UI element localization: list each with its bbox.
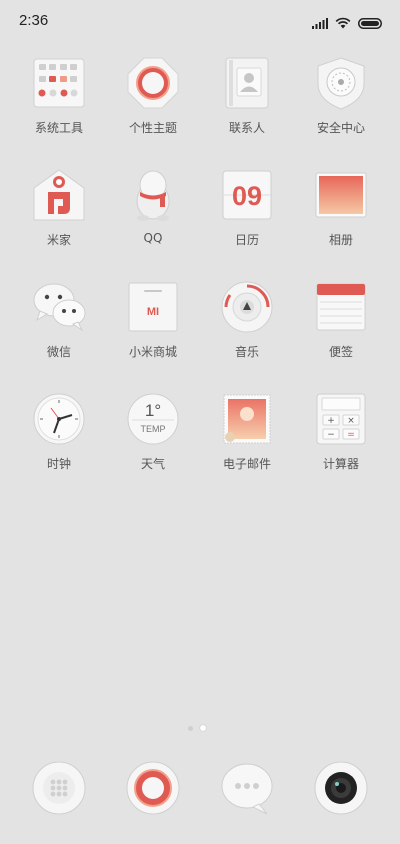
page-indicator (188, 725, 206, 731)
battery-icon (358, 14, 382, 33)
status-icons (312, 14, 382, 33)
app-wechat[interactable]: 微信 (9, 280, 109, 380)
app-gallery[interactable]: 相册 (291, 168, 391, 268)
app-label: 米家 (46, 233, 71, 247)
page-dot-active[interactable] (200, 725, 206, 731)
app-label: 时钟 (46, 457, 71, 471)
calculator-icon: + × − = (314, 392, 368, 446)
app-calculator[interactable]: + × − = 计算器 (291, 392, 391, 492)
app-label: 音乐 (234, 345, 259, 359)
contacts-icon (220, 56, 274, 110)
system-tools-folder-icon (32, 56, 86, 110)
app-label: 系统工具 (34, 121, 83, 135)
app-calendar[interactable]: 09 日历 (197, 168, 297, 268)
themes-icon (126, 56, 180, 110)
calc-key-minus: − (327, 430, 335, 440)
app-label: 小米商城 (128, 345, 177, 359)
camera-icon[interactable] (313, 760, 369, 816)
status-bar: 2:36 (0, 0, 400, 44)
mi-store-logo: MI (147, 306, 159, 318)
app-label: QQ (143, 231, 163, 245)
calendar-icon: 09 (220, 168, 274, 222)
security-icon (314, 56, 368, 110)
app-label: 相册 (328, 233, 353, 247)
app-label: 日历 (234, 233, 259, 247)
app-weather[interactable]: 1° TEMP 天气 (103, 392, 203, 492)
app-label: 个性主题 (128, 121, 177, 135)
messages-icon[interactable] (219, 760, 275, 816)
notes-icon (314, 280, 368, 334)
app-mi-home[interactable]: 米家 (9, 168, 109, 268)
app-email[interactable]: 电子邮件 (197, 392, 297, 492)
app-security[interactable]: 安全中心 (291, 56, 391, 156)
app-label: 安全中心 (316, 121, 365, 135)
app-clock[interactable]: 时钟 (9, 392, 109, 492)
weather-temp-unit: TEMP (140, 424, 165, 434)
phone-icon[interactable] (31, 760, 87, 816)
mi-home-icon (32, 168, 86, 222)
music-icon (220, 280, 274, 334)
status-time: 2:36 (19, 12, 49, 29)
app-system-tools[interactable]: 系统工具 (9, 56, 109, 156)
app-notes[interactable]: 便签 (291, 280, 391, 380)
browser-icon[interactable] (125, 760, 181, 816)
weather-temp: 1° (145, 401, 161, 420)
calendar-date: 09 (232, 181, 262, 211)
calc-key-equals: = (347, 430, 355, 440)
app-label: 微信 (46, 345, 71, 359)
app-contacts[interactable]: 联系人 (197, 56, 297, 156)
app-label: 电子邮件 (222, 457, 271, 471)
wifi-icon (335, 14, 351, 33)
app-themes[interactable]: 个性主题 (103, 56, 203, 156)
calc-key-multiply: × (347, 416, 355, 426)
signal-icon (312, 14, 328, 33)
calc-key-plus: + (327, 416, 335, 426)
app-label: 联系人 (228, 121, 265, 135)
page-dot[interactable] (188, 725, 193, 731)
email-icon (220, 392, 274, 446)
weather-icon: 1° TEMP (126, 392, 180, 446)
clock-icon (32, 392, 86, 446)
app-label: 便签 (328, 345, 353, 359)
app-label: 计算器 (322, 457, 359, 471)
app-qq[interactable]: QQ (103, 168, 203, 268)
app-label: 天气 (140, 457, 165, 471)
home-screen: 2:36 系统工具 个性主题 联系人 安全中心 米家 QQ 09 日历 相册 微… (0, 0, 400, 844)
app-mi-store[interactable]: MI 小米商城 (103, 280, 203, 380)
mi-store-icon: MI (126, 280, 180, 334)
wechat-icon (32, 280, 86, 334)
app-music[interactable]: 音乐 (197, 280, 297, 380)
gallery-icon (314, 168, 368, 222)
qq-icon (126, 168, 180, 222)
dock (0, 760, 400, 820)
